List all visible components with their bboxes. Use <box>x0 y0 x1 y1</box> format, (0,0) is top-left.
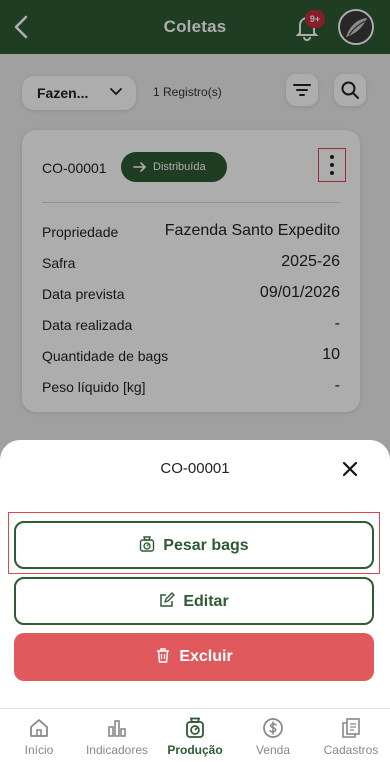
scale-icon <box>140 536 155 552</box>
weigh-bags-label: Pesar bags <box>163 537 249 554</box>
bottom-navigation: Início Indicadores Produção Venda Cadast… <box>0 708 390 762</box>
edit-button[interactable]: Editar <box>14 577 374 625</box>
weigh-bags-button[interactable]: Pesar bags <box>14 521 374 569</box>
documents-icon <box>342 718 360 738</box>
nav-item-indicadores[interactable]: Indicadores <box>78 717 156 762</box>
delete-label: Excluir <box>179 648 233 665</box>
edit-label: Editar <box>183 593 229 610</box>
dollar-circle-icon <box>263 718 283 738</box>
delete-button[interactable]: Excluir <box>14 633 374 681</box>
sheet-title: CO-00001 <box>160 460 230 477</box>
nav-label: Início <box>24 743 54 757</box>
nav-item-producao[interactable]: Produção <box>156 717 234 762</box>
close-icon[interactable] <box>340 459 360 479</box>
nav-item-inicio[interactable]: Início <box>0 717 78 762</box>
scale-icon <box>186 717 204 738</box>
nav-label: Venda <box>255 743 291 757</box>
nav-label: Cadastros <box>323 743 379 757</box>
home-icon <box>30 719 48 737</box>
nav-item-cadastros[interactable]: Cadastros <box>312 717 390 762</box>
nav-item-venda[interactable]: Venda <box>234 717 312 762</box>
nav-label: Indicadores <box>85 743 149 757</box>
nav-label: Produção <box>167 743 223 757</box>
trash-icon <box>157 648 170 663</box>
bar-chart-icon <box>108 720 126 737</box>
edit-icon <box>160 592 176 607</box>
